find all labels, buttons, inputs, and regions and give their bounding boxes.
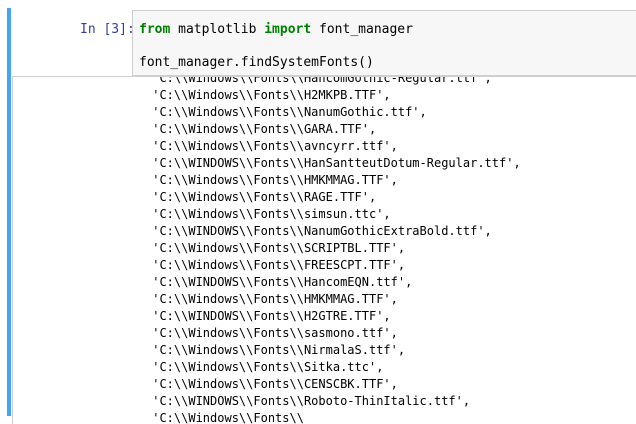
code-input-area[interactable]: from matplotlib import font_manager font… [132,10,636,76]
module-name: matplotlib [170,22,265,37]
output-line: 'C:\\Windows\\Fonts\\HMKMMAG.TTF', [145,173,398,187]
output-line: 'C:\\WINDOWS\\Fonts\\NanumGothicExtraBol… [145,224,492,238]
output-list: 'C:\\Windows\\Fonts\\HancomGothic-Regula… [145,76,521,424]
output-line: 'C:\\Windows\\Fonts\\ [145,411,304,424]
keyword-import: import [264,22,312,37]
output-line: 'C:\\Windows\\Fonts\\FREESCPT.TTF', [145,258,406,272]
keyword-from: from [139,22,171,37]
output-line: 'C:\\Windows\\Fonts\\RAGE.TTF', [145,190,377,204]
import-name: font_manager [311,22,413,37]
output-line: 'C:\\Windows\\Fonts\\NanumGothic.ttf', [145,105,427,119]
notebook-cell[interactable]: In [3]: from matplotlib import font_mana… [0,0,636,424]
output-line: 'C:\\Windows\\Fonts\\NirmalaS.ttf', [145,343,406,357]
output-line: 'C:\\Windows\\Fonts\\HancomGothic-Regula… [145,76,492,85]
output-line: 'C:\\Windows\\Fonts\\avncyrr.ttf', [145,139,398,153]
input-prompt: In [3]: [80,22,135,37]
output-line: 'C:\\Windows\\Fonts\\H2MKPB.TTF', [145,88,391,102]
output-line: 'C:\\Windows\\Fonts\\HMKMMAG.TTF', [145,292,398,306]
cell-selection-bar [7,8,11,416]
output-line: 'C:\\WINDOWS\\Fonts\\H2GTRE.TTF', [145,309,391,323]
output-line: 'C:\\WINDOWS\\Fonts\\Roboto-ThinItalic.t… [145,394,471,408]
output-line: 'C:\\Windows\\Fonts\\SCRIPTBL.TTF', [145,241,406,255]
output-scroll-area[interactable]: 'C:\\Windows\\Fonts\\HancomGothic-Regula… [12,76,636,424]
code-line-import: from matplotlib import font_manager [139,22,413,37]
output-line: 'C:\\Windows\\Fonts\\simsun.ttc', [145,207,391,221]
output-line: 'C:\\Windows\\Fonts\\CENSCBK.TTF', [145,377,398,391]
code-line-call: font_manager.findSystemFonts() [139,55,374,70]
output-line: 'C:\\WINDOWS\\Fonts\\HancomEQN.ttf', [145,275,413,289]
output-line: 'C:\\Windows\\Fonts\\Sitka.ttc', [145,360,384,374]
output-line: 'C:\\WINDOWS\\Fonts\\HanSantteutDotum-Re… [145,156,521,170]
output-line: 'C:\\Windows\\Fonts\\GARA.TTF', [145,122,377,136]
output-line: 'C:\\Windows\\Fonts\\sasmono.ttf', [145,326,398,340]
